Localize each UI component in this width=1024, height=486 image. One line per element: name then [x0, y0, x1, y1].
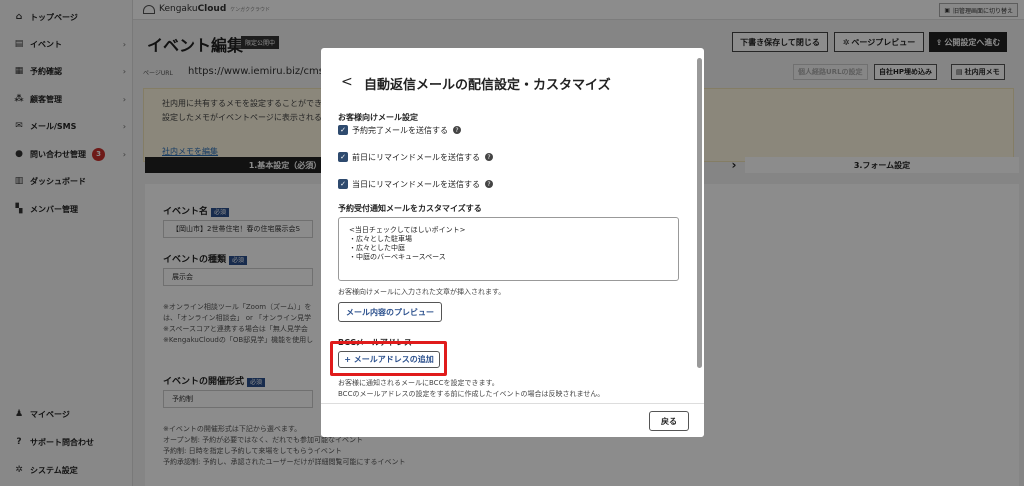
close-label: 戻る [661, 416, 677, 426]
modal-footer: 戻る [321, 403, 704, 437]
mail-preview-button[interactable]: メール内容のプレビュー [338, 302, 442, 322]
checkbox-reminder-prev-day[interactable]: ✓ 前日にリマインドメールを送信する ? [338, 151, 493, 163]
customize-section: 予約受付通知メールをカスタマイズする [338, 204, 482, 213]
checkbox-label: 予約完了メールを送信する [352, 125, 448, 135]
textarea-note: お客様向けメールに入力された文章が挿入されます。 [338, 288, 506, 296]
close-button[interactable]: 戻る [649, 411, 689, 431]
checkbox-reminder-same-day[interactable]: ✓ 当日にリマインドメールを送信する ? [338, 178, 493, 190]
checkbox-completion[interactable]: ✓ 予約完了メールを送信する ? [338, 124, 461, 136]
help-icon[interactable]: ? [485, 153, 493, 161]
checkbox-checked-icon[interactable]: ✓ [338, 125, 348, 135]
help-icon[interactable]: ? [485, 180, 493, 188]
bcc-note-line: お客様に通知されるメールにBCCを設定できます。 [338, 379, 499, 387]
scroll-thumb[interactable] [697, 58, 702, 368]
bcc-note-line: BCCのメールアドレスの設定をする前に作成したイベントの場合は反映されません。 [338, 390, 605, 398]
bcc-note: お客様に通知されるメールにBCCを設定できます。 BCCのメールアドレスの設定を… [338, 378, 604, 400]
checkbox-label: 当日にリマインドメールを送信する [352, 179, 480, 189]
modal-title: 自動返信メールの配信設定・カスタマイズ [364, 78, 611, 93]
custom-message-textarea[interactable]: <当日チェックしてほしいポイント> ・広々とした駐車場 ・広々とした中庭 ・中庭… [338, 217, 679, 281]
help-icon[interactable]: ? [453, 126, 461, 134]
back-button[interactable]: < [341, 74, 353, 90]
highlight-box [330, 341, 447, 376]
mail-preview-label: メール内容のプレビュー [346, 307, 434, 317]
checkbox-checked-icon[interactable]: ✓ [338, 179, 348, 189]
auto-reply-modal: < 自動返信メールの配信設定・カスタマイズ お客様向けメール設定 ✓ 予約完了メ… [321, 48, 704, 437]
modal-scrollbar[interactable] [697, 58, 702, 433]
customer-mail-section: お客様向けメール設定 [338, 113, 418, 122]
checkbox-checked-icon[interactable]: ✓ [338, 152, 348, 162]
checkbox-label: 前日にリマインドメールを送信する [352, 152, 480, 162]
